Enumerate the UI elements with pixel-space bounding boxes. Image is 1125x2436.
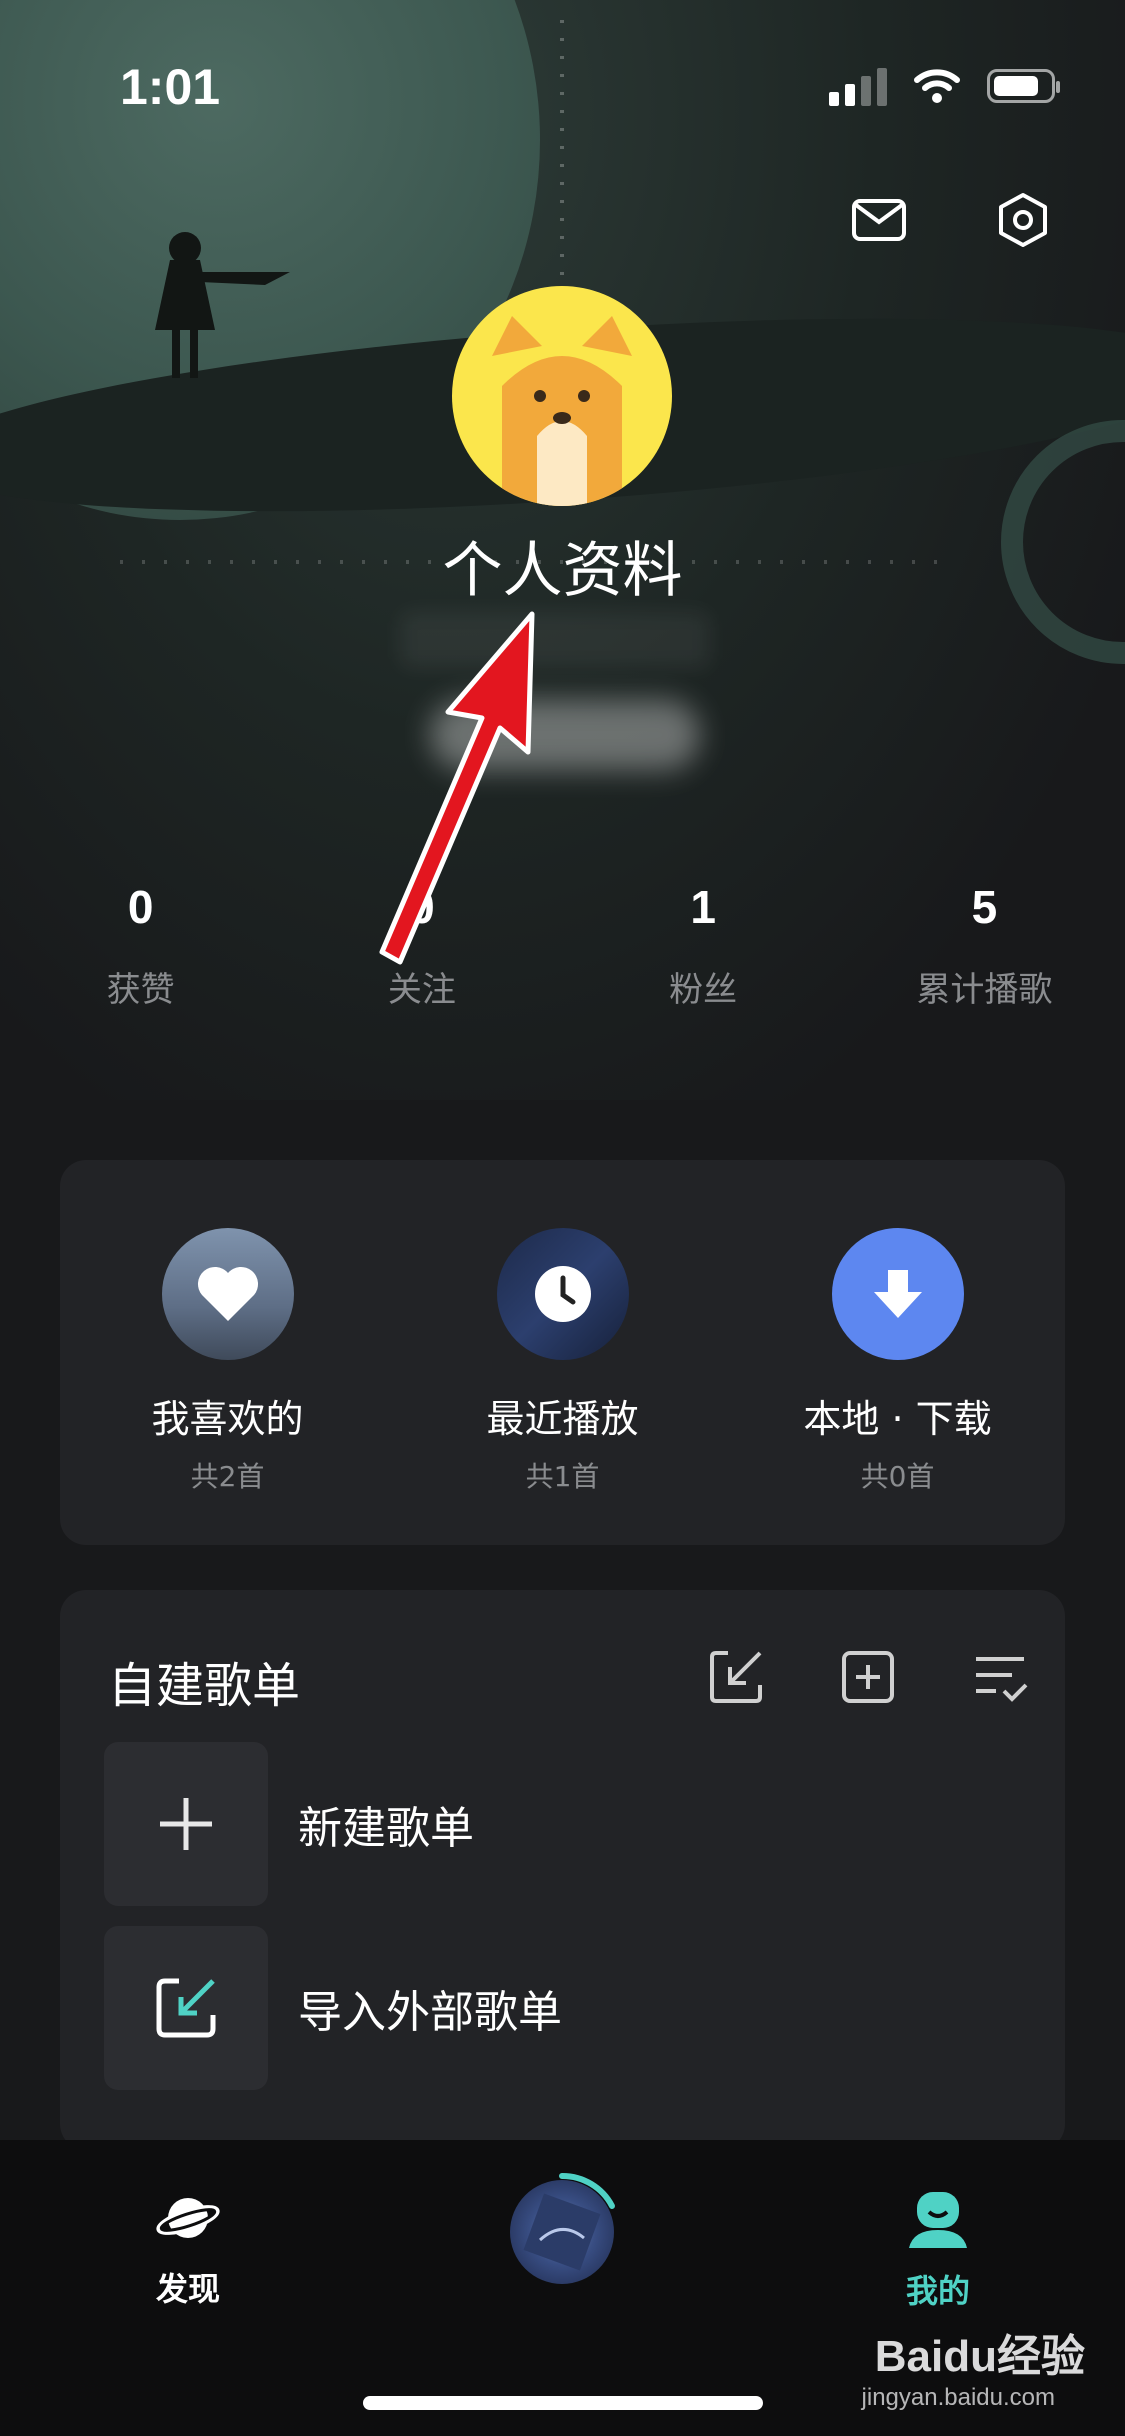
home-indicator[interactable]	[363, 2396, 763, 2410]
section-title: 自建歌单	[108, 1658, 301, 1714]
battery-icon	[987, 69, 1060, 103]
custom-playlists-card: 自建歌单 新建歌单 导入外部歌单	[60, 1590, 1065, 2150]
new-playlist-row[interactable]: 新建歌单	[104, 1742, 474, 1906]
avatar[interactable]	[452, 286, 672, 506]
recent-plays-entry[interactable]: 最近播放 共1首	[395, 1160, 730, 1545]
clock-icon	[534, 1266, 591, 1322]
heart-icon	[197, 1266, 258, 1321]
quick-count: 共2首	[190, 1460, 265, 1493]
status-icons	[829, 66, 1060, 106]
tab-label: 我的	[905, 2272, 970, 2310]
girl-silhouette-illustration	[155, 232, 290, 378]
baidu-watermark-url: jingyan.baidu.com	[861, 2384, 1055, 2411]
message-button[interactable]	[844, 185, 914, 255]
import-playlist-button[interactable]	[701, 1642, 771, 1712]
quick-count: 共0首	[860, 1460, 935, 1493]
planet-icon	[156, 2198, 220, 2238]
stat-label: 获赞	[106, 970, 175, 1010]
quick-label: 本地 · 下载	[803, 1397, 992, 1441]
stat-value: 1	[690, 881, 716, 933]
tab-mine[interactable]: 我的	[848, 2190, 1028, 2312]
download-icon	[873, 1270, 922, 1318]
baidu-watermark: Baidu经验	[874, 2332, 1085, 2381]
cellular-signal-icon	[829, 66, 887, 106]
status-time: 1:01	[120, 59, 221, 115]
playlist-row-label: 导入外部歌单	[298, 1987, 562, 2038]
import-icon	[710, 1651, 762, 1703]
recent-cover	[496, 1228, 629, 1360]
playback-progress-ring	[559, 2172, 615, 2209]
favorites-entry[interactable]: 我喜欢的 共2首	[60, 1160, 395, 1545]
profile-icon	[909, 2192, 967, 2248]
tab-label: 发现	[155, 2270, 220, 2308]
import-icon	[156, 1978, 216, 2038]
quick-access-card: 我喜欢的 共2首 最近播放 共1首 本地 · 下载 共0首	[60, 1160, 1065, 1545]
settings-hexagon-icon	[999, 193, 1047, 247]
stat-label: 粉丝	[669, 970, 738, 1010]
local-download-entry[interactable]: 本地 · 下载 共0首	[730, 1160, 1065, 1545]
quick-count: 共1首	[525, 1460, 600, 1493]
stat-value: 0	[127, 881, 154, 933]
stats-row: 0 获赞 0 关注 1 粉丝 5 累计播歌	[0, 880, 1125, 1011]
new-playlist-thumb	[104, 1742, 268, 1906]
import-external-playlist-row[interactable]: 导入外部歌单	[104, 1926, 562, 2090]
quick-label: 我喜欢的	[151, 1397, 304, 1441]
plus-square-icon	[842, 1651, 894, 1703]
quick-label: 最近播放	[486, 1397, 639, 1441]
add-playlist-button[interactable]	[833, 1642, 903, 1712]
settings-button[interactable]	[988, 185, 1058, 255]
wifi-icon	[914, 69, 960, 103]
stat-likes[interactable]: 0 获赞	[0, 880, 281, 1011]
manage-playlist-button[interactable]	[965, 1642, 1035, 1712]
stat-label: 累计播歌	[916, 970, 1053, 1010]
stat-fans[interactable]: 1 粉丝	[563, 880, 844, 1011]
playlist-row-label: 新建歌单	[298, 1803, 474, 1854]
favorites-cover	[161, 1228, 294, 1360]
list-check-icon	[976, 1657, 1028, 1702]
tab-discover[interactable]: 发现	[98, 2190, 278, 2310]
stat-total-plays[interactable]: 5 累计播歌	[844, 880, 1125, 1011]
mail-icon	[852, 199, 906, 241]
playlist-actions	[701, 1642, 1035, 1712]
plus-icon	[160, 1798, 212, 1850]
profile-title[interactable]: 个人资料	[0, 522, 1125, 609]
stat-value: 5	[971, 881, 998, 933]
import-playlist-thumb	[104, 1926, 268, 2090]
corgi-avatar-icon	[492, 316, 632, 506]
download-cover	[831, 1228, 964, 1360]
red-arrow-annotation	[379, 611, 535, 965]
